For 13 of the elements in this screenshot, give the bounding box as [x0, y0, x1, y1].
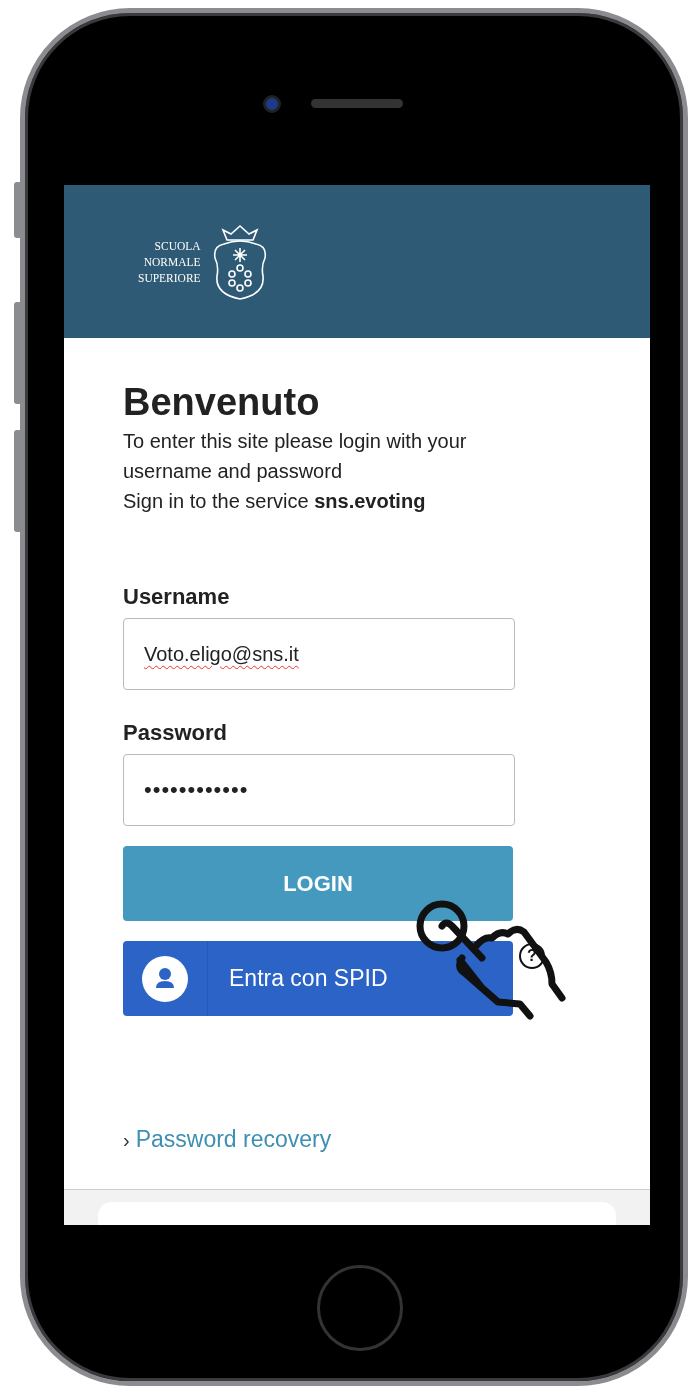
chevron-icon: › — [123, 1129, 130, 1152]
user-icon — [142, 955, 188, 1002]
intro-text: Sign in to the service sns.evoting — [123, 489, 427, 514]
password-recovery-link[interactable]: Password recovery — [135, 1126, 332, 1153]
field-label: Password — [123, 719, 228, 747]
input-field[interactable]: Voto.eligo@sns.it — [123, 618, 515, 690]
logo-text: SCUOLA NORMALE SUPERIORE — [138, 238, 201, 286]
field-label: Username — [123, 583, 231, 611]
home-button[interactable] — [317, 1265, 403, 1351]
spid-button[interactable]: Entra con SPID — [123, 941, 513, 1016]
camera-icon — [263, 95, 281, 113]
input-field[interactable]: •••••••••••• — [123, 754, 515, 826]
welcome-title: Benvenuto — [123, 380, 321, 425]
